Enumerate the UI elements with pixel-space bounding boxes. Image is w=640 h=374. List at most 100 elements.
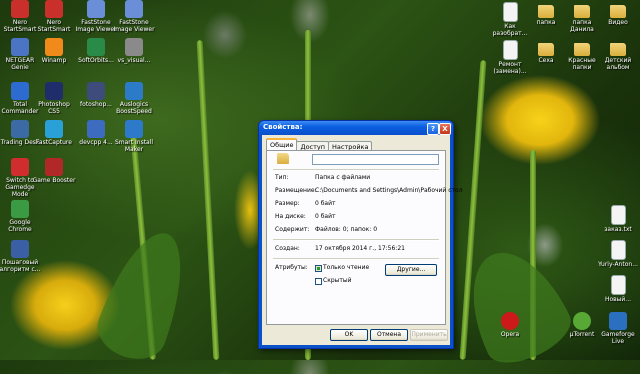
- apply-button[interactable]: Применить: [410, 329, 448, 341]
- app-icon: [45, 82, 63, 100]
- desktop-icon-label: Winamp: [41, 57, 67, 64]
- field-label: На диске:: [275, 213, 306, 220]
- desktop-icon-label: Smart Install Maker: [114, 139, 154, 153]
- app-icon: [125, 38, 143, 56]
- app-icon: [125, 82, 143, 100]
- general-panel: Тип: Папка с файлами Размещение: C:\Docu…: [266, 150, 463, 325]
- readonly-label: Только чтение: [323, 264, 370, 271]
- app-icon: [45, 38, 63, 56]
- desktop-icon-label: Новый...: [604, 296, 632, 303]
- desktop-icon-label: Opera: [500, 331, 520, 338]
- desktop-icon-label: Nero StartSmart: [37, 19, 71, 33]
- field-label: Размещение:: [275, 187, 317, 194]
- field-value: Папка с файлами: [315, 174, 371, 181]
- desktop-icon[interactable]: Photoshop CS5: [32, 82, 76, 115]
- hidden-checkbox[interactable]: [315, 278, 322, 285]
- desktop-icon[interactable]: Видео: [596, 2, 640, 26]
- desktop-icon[interactable]: Opera: [488, 312, 532, 338]
- desktop-icon[interactable]: Пошаговый алгоритм с...: [0, 240, 42, 273]
- desktop-icon-label: Детский альбом: [604, 57, 632, 71]
- folder-icon: [610, 5, 626, 18]
- torrent-icon: [573, 312, 591, 330]
- close-button[interactable]: X: [439, 123, 451, 135]
- app-icon: [87, 0, 105, 18]
- folder-icon: [610, 43, 626, 56]
- app-icon: [87, 38, 105, 56]
- app-icon: [11, 240, 29, 258]
- folder-icon: [574, 43, 590, 56]
- help-button[interactable]: ?: [427, 123, 439, 135]
- field-value: 0 байт: [315, 200, 336, 207]
- desktop-icon-label: Photoshop CS5: [38, 101, 70, 115]
- desktop-icon-label: FastStone Image Viewer: [113, 19, 155, 33]
- folder-name-input[interactable]: [312, 154, 439, 165]
- app-icon: [45, 158, 63, 176]
- desktop-icon[interactable]: Yuriy-Anton...: [596, 240, 640, 268]
- document-icon: [610, 275, 626, 295]
- desktop-icon-label: Google Chrome: [8, 219, 32, 233]
- properties-dialog[interactable]: Свойства: ? X Общие Доступ Настройка Тип: …: [258, 120, 463, 349]
- desktop-icon-label: Game Booster: [32, 177, 76, 184]
- field-size: Размер: 0 байт: [275, 200, 441, 208]
- app-icon: [11, 82, 29, 100]
- app-icon: [11, 200, 29, 218]
- document-icon: [610, 205, 626, 225]
- field-value: 0 байт: [315, 213, 336, 220]
- folder-icon: [538, 5, 554, 18]
- cancel-button[interactable]: Отмена: [370, 329, 408, 341]
- hidden-label: Скрытый: [323, 277, 352, 284]
- field-created: Создан: 17 октября 2014 г., 17:56:21: [275, 245, 441, 253]
- field-value: 17 октября 2014 г., 17:56:21: [315, 245, 405, 252]
- tab-strip: Общие Доступ Настройка: [266, 138, 373, 152]
- field-type: Тип: Папка с файлами: [275, 174, 441, 182]
- dialog-title: Свойства:: [263, 123, 303, 131]
- app-icon: [11, 120, 29, 138]
- field-location: Размещение: C:\Documents and Settings\Ad…: [275, 187, 463, 195]
- field-label: Размер:: [275, 200, 300, 207]
- app-icon: [11, 38, 29, 56]
- desktop-icon[interactable]: vs_visual...: [112, 38, 156, 64]
- desktop-icon-label: заказ.txt: [604, 226, 632, 233]
- desktop-icon-label: FastCapture: [36, 139, 72, 146]
- desktop-icon[interactable]: Winamp: [32, 38, 76, 64]
- dialog-client: Общие Доступ Настройка Тип: Папка с файлам…: [262, 135, 463, 345]
- desktop-icon[interactable]: Auslogics BoostSpeed: [112, 82, 156, 115]
- app-icon: [11, 0, 29, 18]
- divider: [273, 169, 439, 171]
- desktop-icon[interactable]: заказ.txt: [596, 205, 640, 233]
- desktop-icon[interactable]: FastCapture: [32, 120, 76, 146]
- desktop-icon[interactable]: Детский альбом: [596, 40, 640, 71]
- game-icon: [609, 312, 627, 330]
- app-icon: [45, 0, 63, 18]
- app-icon: [87, 82, 105, 100]
- readonly-checkbox[interactable]: [315, 265, 322, 272]
- desktop-icon[interactable]: Gameforge Live: [596, 312, 640, 345]
- folder-icon: [538, 43, 554, 56]
- dandelion-stem: [196, 40, 220, 360]
- desktop-icon-label: vs_visual...: [117, 57, 151, 64]
- desktop-icon[interactable]: Nero StartSmart: [32, 0, 76, 33]
- attributes-label: Атрибуты:: [275, 264, 308, 271]
- document-icon: [502, 2, 518, 22]
- app-icon: [125, 0, 143, 18]
- desktop-icon[interactable]: Google Chrome: [0, 200, 42, 233]
- desktop-icon[interactable]: FastStone Image Viewer: [112, 0, 156, 33]
- desktop-icon-label: Видео: [608, 19, 628, 26]
- field-contains: Содержит: Файлов: 0; папок: 0: [275, 226, 441, 234]
- desktop-icon[interactable]: Новый...: [596, 275, 640, 303]
- desktop-icon[interactable]: Game Booster: [32, 158, 76, 184]
- app-icon: [45, 120, 63, 138]
- app-icon: [87, 120, 105, 138]
- app-icon: [125, 120, 143, 138]
- document-icon: [610, 240, 626, 260]
- desktop-icon-label: Пошаговый алгоритм с...: [0, 259, 41, 273]
- ok-button[interactable]: OK: [330, 329, 368, 341]
- folder-icon: [277, 153, 289, 164]
- field-label: Содержит:: [275, 226, 310, 233]
- dialog-titlebar[interactable]: Свойства: ? X: [259, 121, 453, 135]
- desktop-icon-label: Yuriy-Anton...: [598, 261, 638, 268]
- desktop-icon[interactable]: Smart Install Maker: [112, 120, 156, 153]
- leaf: [89, 221, 201, 369]
- other-attributes-button[interactable]: Другие...: [385, 264, 437, 276]
- divider: [273, 258, 439, 260]
